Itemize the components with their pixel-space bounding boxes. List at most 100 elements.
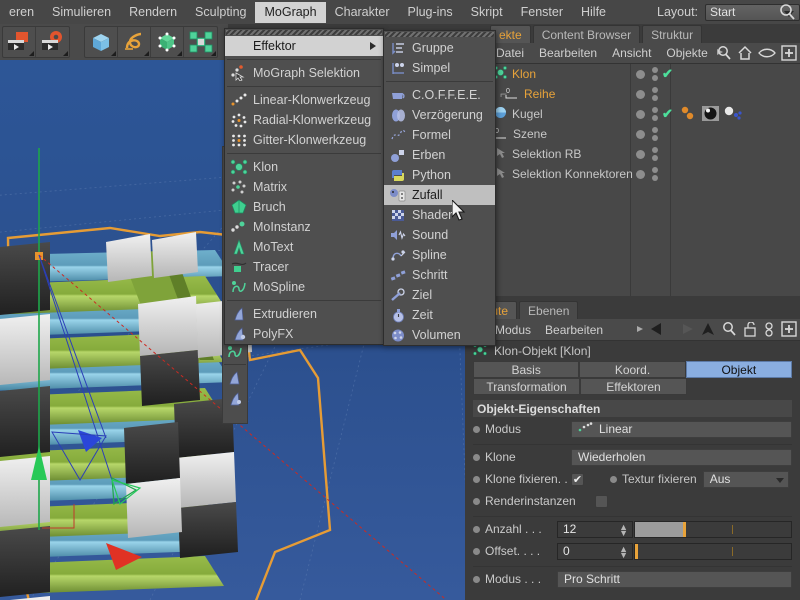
effektor-submenu[interactable]: Gruppe Simpel C.O.F.F.E.E. Verzögerung F… [383,30,496,346]
plus-box-icon[interactable] [781,45,797,64]
property-klone-fixieren[interactable]: Klone fixieren. . . ✔ Textur fixieren Au… [473,469,792,489]
menu-plugins[interactable]: Plug-ins [398,2,461,23]
menu-item-sound[interactable]: Sound [384,225,495,245]
am-menu-modus[interactable]: Modus [495,323,531,337]
tab-struktur[interactable]: Struktur [642,25,703,43]
material-tag-icon[interactable] [702,106,719,124]
menu-item-mograph-selektion[interactable]: MoGraph Selektion [225,63,383,83]
menu-mograph[interactable]: MoGraph [255,1,326,23]
subdivision-surface-icon[interactable] [151,27,184,57]
menu-fenster[interactable]: Fenster [512,2,572,23]
renderinstanzen-checkbox[interactable] [595,494,608,508]
editor-visibility-dot[interactable] [636,169,645,179]
tab-objekte[interactable]: ekte [490,25,531,43]
menu-item-mospline[interactable]: MoSpline [225,277,383,297]
menu-item-radial-klonwerkzeug[interactable]: Radial-Klonwerkzeug [225,110,383,130]
mograph-cloner-icon[interactable] [184,27,217,57]
object-manager-menubar[interactable]: Datei Bearbeiten Ansicht Objekte [490,43,800,64]
tab-ebenen[interactable]: Ebenen [519,301,579,319]
property-anzahl[interactable]: Anzahl . . . 12 ▲ ▼ [473,519,792,539]
object-manager-tabs[interactable]: ekte Content Browser Struktur [490,24,800,43]
render-visibility-dots[interactable] [652,147,658,161]
main-toolbar[interactable] [0,24,228,60]
back-arrow-icon[interactable] [649,322,669,339]
property-tabs-row-1[interactable]: Basis Koord. Objekt [473,361,792,378]
chevron-right-icon[interactable] [635,323,645,337]
render-toolbar-group[interactable] [2,26,70,58]
menu-item-ziel[interactable]: Ziel [384,285,495,305]
search-icon[interactable] [716,45,732,64]
menu-item-bruch[interactable]: Bruch [225,197,383,217]
offset-slider[interactable] [634,542,792,560]
eye-icon[interactable] [758,47,776,62]
menu-item-erben[interactable]: Erben [384,145,495,165]
property-offset[interactable]: Offset. . . . 0 ▲ ▼ [473,541,792,561]
menu-item-extrudieren[interactable]: Extrudieren [225,304,383,324]
om-menu-bearbeiten[interactable]: Bearbeiten [539,46,597,60]
menu-item-motext[interactable]: MoText [225,237,383,257]
tab-koord[interactable]: Koord. [579,361,686,378]
menu-sculpting[interactable]: Sculpting [186,2,255,23]
property-modus2[interactable]: Modus . . . Pro Schritt [473,569,792,589]
attribute-manager-tabs[interactable]: ibute Ebenen [465,300,800,319]
om-menu-objekte[interactable]: Objekte [666,46,707,60]
editor-visibility-dot[interactable] [636,109,645,119]
menu-item-schritt[interactable]: Schritt [384,265,495,285]
attribute-property-tabs[interactable]: Basis Koord. Objekt Transformation Effek… [465,361,800,395]
object-manager-tree[interactable]: Klon ✔ ⌐ 0 Reihe Kugel ✔ 0 Szene Selekti… [490,64,800,296]
render-visibility-dots[interactable] [652,167,658,181]
home-icon[interactable] [737,45,753,64]
table-row[interactable]: Klon ✔ [490,64,800,84]
menu-simulieren[interactable]: Simulieren [43,2,120,23]
objects-toolbar-group[interactable] [84,26,218,58]
search-icon[interactable] [721,321,737,340]
tab-transformation[interactable]: Transformation [473,378,580,395]
visibility-dots[interactable] [636,167,658,181]
menu-skript[interactable]: Skript [462,2,512,23]
visibility-dots[interactable] [636,147,658,161]
tab-objekt[interactable]: Objekt [685,361,792,378]
slider-knob[interactable] [635,543,638,559]
editor-visibility-dot[interactable] [636,149,645,159]
menu-eren[interactable]: eren [0,2,43,23]
menu-item-coffee[interactable]: C.O.F.F.E.E. [384,85,495,105]
anzahl-input[interactable]: 12 ▲ ▼ [557,520,633,538]
menu-item-zeit[interactable]: Zeit [384,305,495,325]
render-visibility-dots[interactable] [652,127,658,141]
visibility-dots[interactable] [636,67,658,81]
visibility-dots[interactable] [636,127,658,141]
property-renderinstanzen[interactable]: Renderinstanzen [473,491,792,511]
tab-basis[interactable]: Basis [473,361,580,378]
menu-item-formel[interactable]: Formel [384,125,495,145]
editor-visibility-dot[interactable] [636,89,645,99]
om-menu-datei[interactable]: Datei [496,46,524,60]
check-icon[interactable]: ✔ [662,66,673,82]
menu-hilfe[interactable]: Hilfe [572,2,615,23]
submenu-tearoff-handle[interactable] [385,32,494,37]
am-menu-bearbeiten[interactable]: Bearbeiten [545,323,603,337]
table-row[interactable]: Selektion RB [490,144,800,164]
klone-select[interactable]: Wiederholen [571,448,792,466]
dynamics-tag-icon[interactable] [680,106,698,124]
menu-item-polyfx[interactable]: PolyFX [225,324,383,344]
tab-content-browser[interactable]: Content Browser [532,25,641,43]
extrude-icon[interactable] [223,367,247,388]
menu-charakter[interactable]: Charakter [326,2,399,23]
menu-tearoff-handle[interactable] [226,30,382,35]
slider-knob[interactable] [682,521,686,537]
menu-item-spline[interactable]: Spline [384,245,495,265]
editor-visibility-dot[interactable] [636,69,645,79]
menu-rendern[interactable]: Rendern [120,2,186,23]
render-visibility-dots[interactable] [652,67,658,81]
pin-icon[interactable] [763,321,775,340]
modus-select[interactable]: Linear [571,420,792,438]
check-icon[interactable]: ✔ [662,106,673,122]
property-tabs-row-2[interactable]: Transformation Effektoren [473,378,792,395]
up-arrow-icon[interactable] [701,322,715,339]
menu-item-simpel[interactable]: Simpel [384,58,495,78]
anzahl-slider[interactable] [634,520,792,538]
plus-box-icon[interactable] [781,321,797,340]
spline-pen-icon[interactable] [118,27,151,57]
property-klone[interactable]: Klone Wiederholen [473,447,792,467]
menu-item-linear-klonwerkzeug[interactable]: Linear-Klonwerkzeug [225,90,383,110]
